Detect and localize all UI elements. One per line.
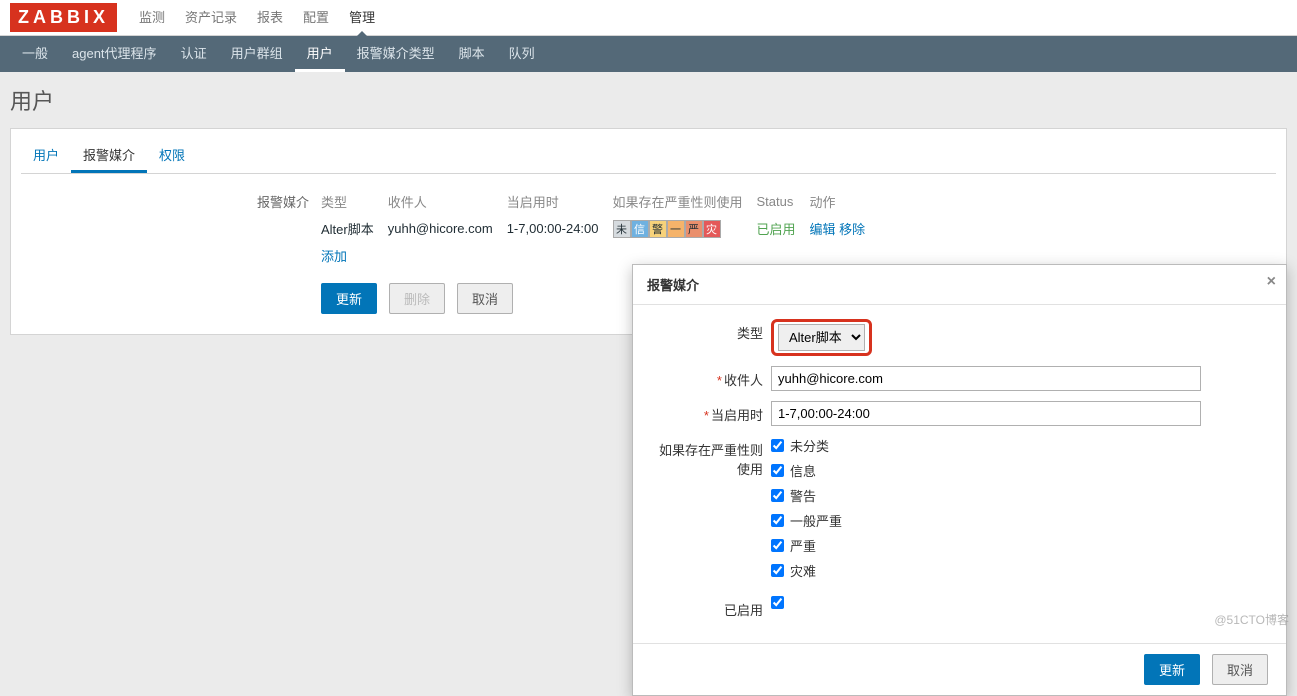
recipient-input[interactable] (771, 366, 1201, 391)
subnav-item-proxies[interactable]: agent代理程序 (60, 36, 169, 72)
topnav-item-admin[interactable]: 管理 (339, 0, 385, 36)
severity-opt-1: 信息 (790, 461, 816, 480)
subnav-item-users[interactable]: 用户 (295, 36, 345, 72)
label-recipient: *收件人 (651, 366, 771, 389)
cell-status: 已启用 (757, 215, 810, 242)
subnav-item-scripts[interactable]: 脚本 (447, 36, 497, 72)
modal-title: 报警媒介 (647, 278, 699, 293)
label-enabled: 已启用 (651, 596, 771, 619)
page-title: 用户 (10, 72, 1287, 128)
severity-chk-0[interactable] (771, 439, 784, 452)
th-recipient: 收件人 (388, 188, 507, 215)
modal-cancel-button[interactable]: 取消 (1212, 654, 1268, 685)
top-nav: ZABBIX 监测 资产记录 报表 配置 管理 (0, 0, 1297, 36)
subnav-item-general[interactable]: 一般 (10, 36, 60, 72)
modal-header: 报警媒介 × (633, 265, 1286, 305)
label-type: 类型 (651, 319, 771, 342)
tab-user[interactable]: 用户 (21, 139, 71, 173)
subnav-item-auth[interactable]: 认证 (169, 36, 219, 72)
severity-badge-1: 信 (631, 220, 649, 238)
cancel-button[interactable]: 取消 (457, 283, 513, 314)
severity-chk-4[interactable] (771, 539, 784, 552)
severity-badge-5: 灾 (703, 220, 721, 238)
cell-when: 1-7,00:00-24:00 (507, 215, 613, 242)
label-severity: 如果存在严重性则使用 (651, 436, 771, 478)
label-when: *当启用时 (651, 401, 771, 424)
logo: ZABBIX (10, 3, 117, 32)
severity-opt-4: 严重 (790, 536, 816, 555)
severity-opt-5: 灾难 (790, 561, 816, 580)
subnav-item-queue[interactable]: 队列 (497, 36, 547, 72)
media-section-label: 报警媒介 (21, 188, 321, 211)
type-select[interactable]: Alter脚本 (778, 324, 865, 351)
subnav-item-mediatypes[interactable]: 报警媒介类型 (345, 36, 447, 72)
severity-chk-5[interactable] (771, 564, 784, 577)
media-table: 类型 收件人 当启用时 如果存在严重性则使用 Status 动作 Alter脚本… (321, 188, 879, 269)
severity-chk-3[interactable] (771, 514, 784, 527)
tab-permissions[interactable]: 权限 (147, 139, 197, 173)
severity-badge-4: 严 (685, 220, 703, 238)
action-edit[interactable]: 编辑 (810, 222, 836, 237)
action-remove[interactable]: 移除 (839, 222, 865, 237)
media-modal: 报警媒介 × 类型 Alter脚本 *收件人 *当启用时 如果存在严重性则使用 (632, 264, 1287, 696)
topnav-item-config[interactable]: 配置 (293, 0, 339, 36)
cell-type: Alter脚本 (321, 215, 388, 242)
update-button[interactable]: 更新 (321, 283, 377, 314)
severity-opt-2: 警告 (790, 486, 816, 505)
cell-severities: 未信警一严灾 (613, 215, 757, 242)
tabs: 用户 报警媒介 权限 (21, 139, 1276, 174)
when-input[interactable] (771, 401, 1201, 426)
sub-nav: 一般 agent代理程序 认证 用户群组 用户 报警媒介类型 脚本 队列 (0, 36, 1297, 72)
table-row: Alter脚本 yuhh@hicore.com 1-7,00:00-24:00 … (321, 215, 879, 242)
enabled-checkbox[interactable] (771, 596, 784, 609)
table-header-row: 类型 收件人 当启用时 如果存在严重性则使用 Status 动作 (321, 188, 879, 215)
modal-update-button[interactable]: 更新 (1144, 654, 1200, 685)
th-severity: 如果存在严重性则使用 (613, 188, 757, 215)
delete-button: 删除 (389, 283, 445, 314)
watermark: @51CTO博客 (1214, 611, 1289, 628)
modal-footer: 更新 取消 (633, 643, 1286, 695)
type-select-highlight: Alter脚本 (771, 319, 872, 356)
th-type: 类型 (321, 188, 388, 215)
th-actions: 动作 (810, 188, 880, 215)
subnav-item-usergroups[interactable]: 用户群组 (219, 36, 295, 72)
topnav-item-reports[interactable]: 报表 (247, 0, 293, 36)
severity-badge-3: 一 (667, 220, 685, 238)
th-when: 当启用时 (507, 188, 613, 215)
th-status: Status (757, 188, 810, 215)
severity-opt-0: 未分类 (790, 436, 829, 455)
close-icon[interactable]: × (1267, 273, 1276, 291)
severity-badge-2: 警 (649, 220, 667, 238)
severity-opt-3: 一般严重 (790, 511, 842, 530)
severity-badge-0: 未 (613, 220, 631, 238)
severity-checklist: 未分类 信息 警告 一般严重 严重 灾难 (771, 436, 1268, 586)
add-media-link[interactable]: 添加 (321, 249, 347, 264)
cell-actions: 编辑 移除 (810, 215, 880, 242)
topnav-item-inventory[interactable]: 资产记录 (175, 0, 247, 36)
severity-chk-1[interactable] (771, 464, 784, 477)
tab-media[interactable]: 报警媒介 (71, 139, 147, 173)
topnav-item-monitor[interactable]: 监测 (129, 0, 175, 36)
cell-recipient: yuhh@hicore.com (388, 215, 507, 242)
severity-chk-2[interactable] (771, 489, 784, 502)
